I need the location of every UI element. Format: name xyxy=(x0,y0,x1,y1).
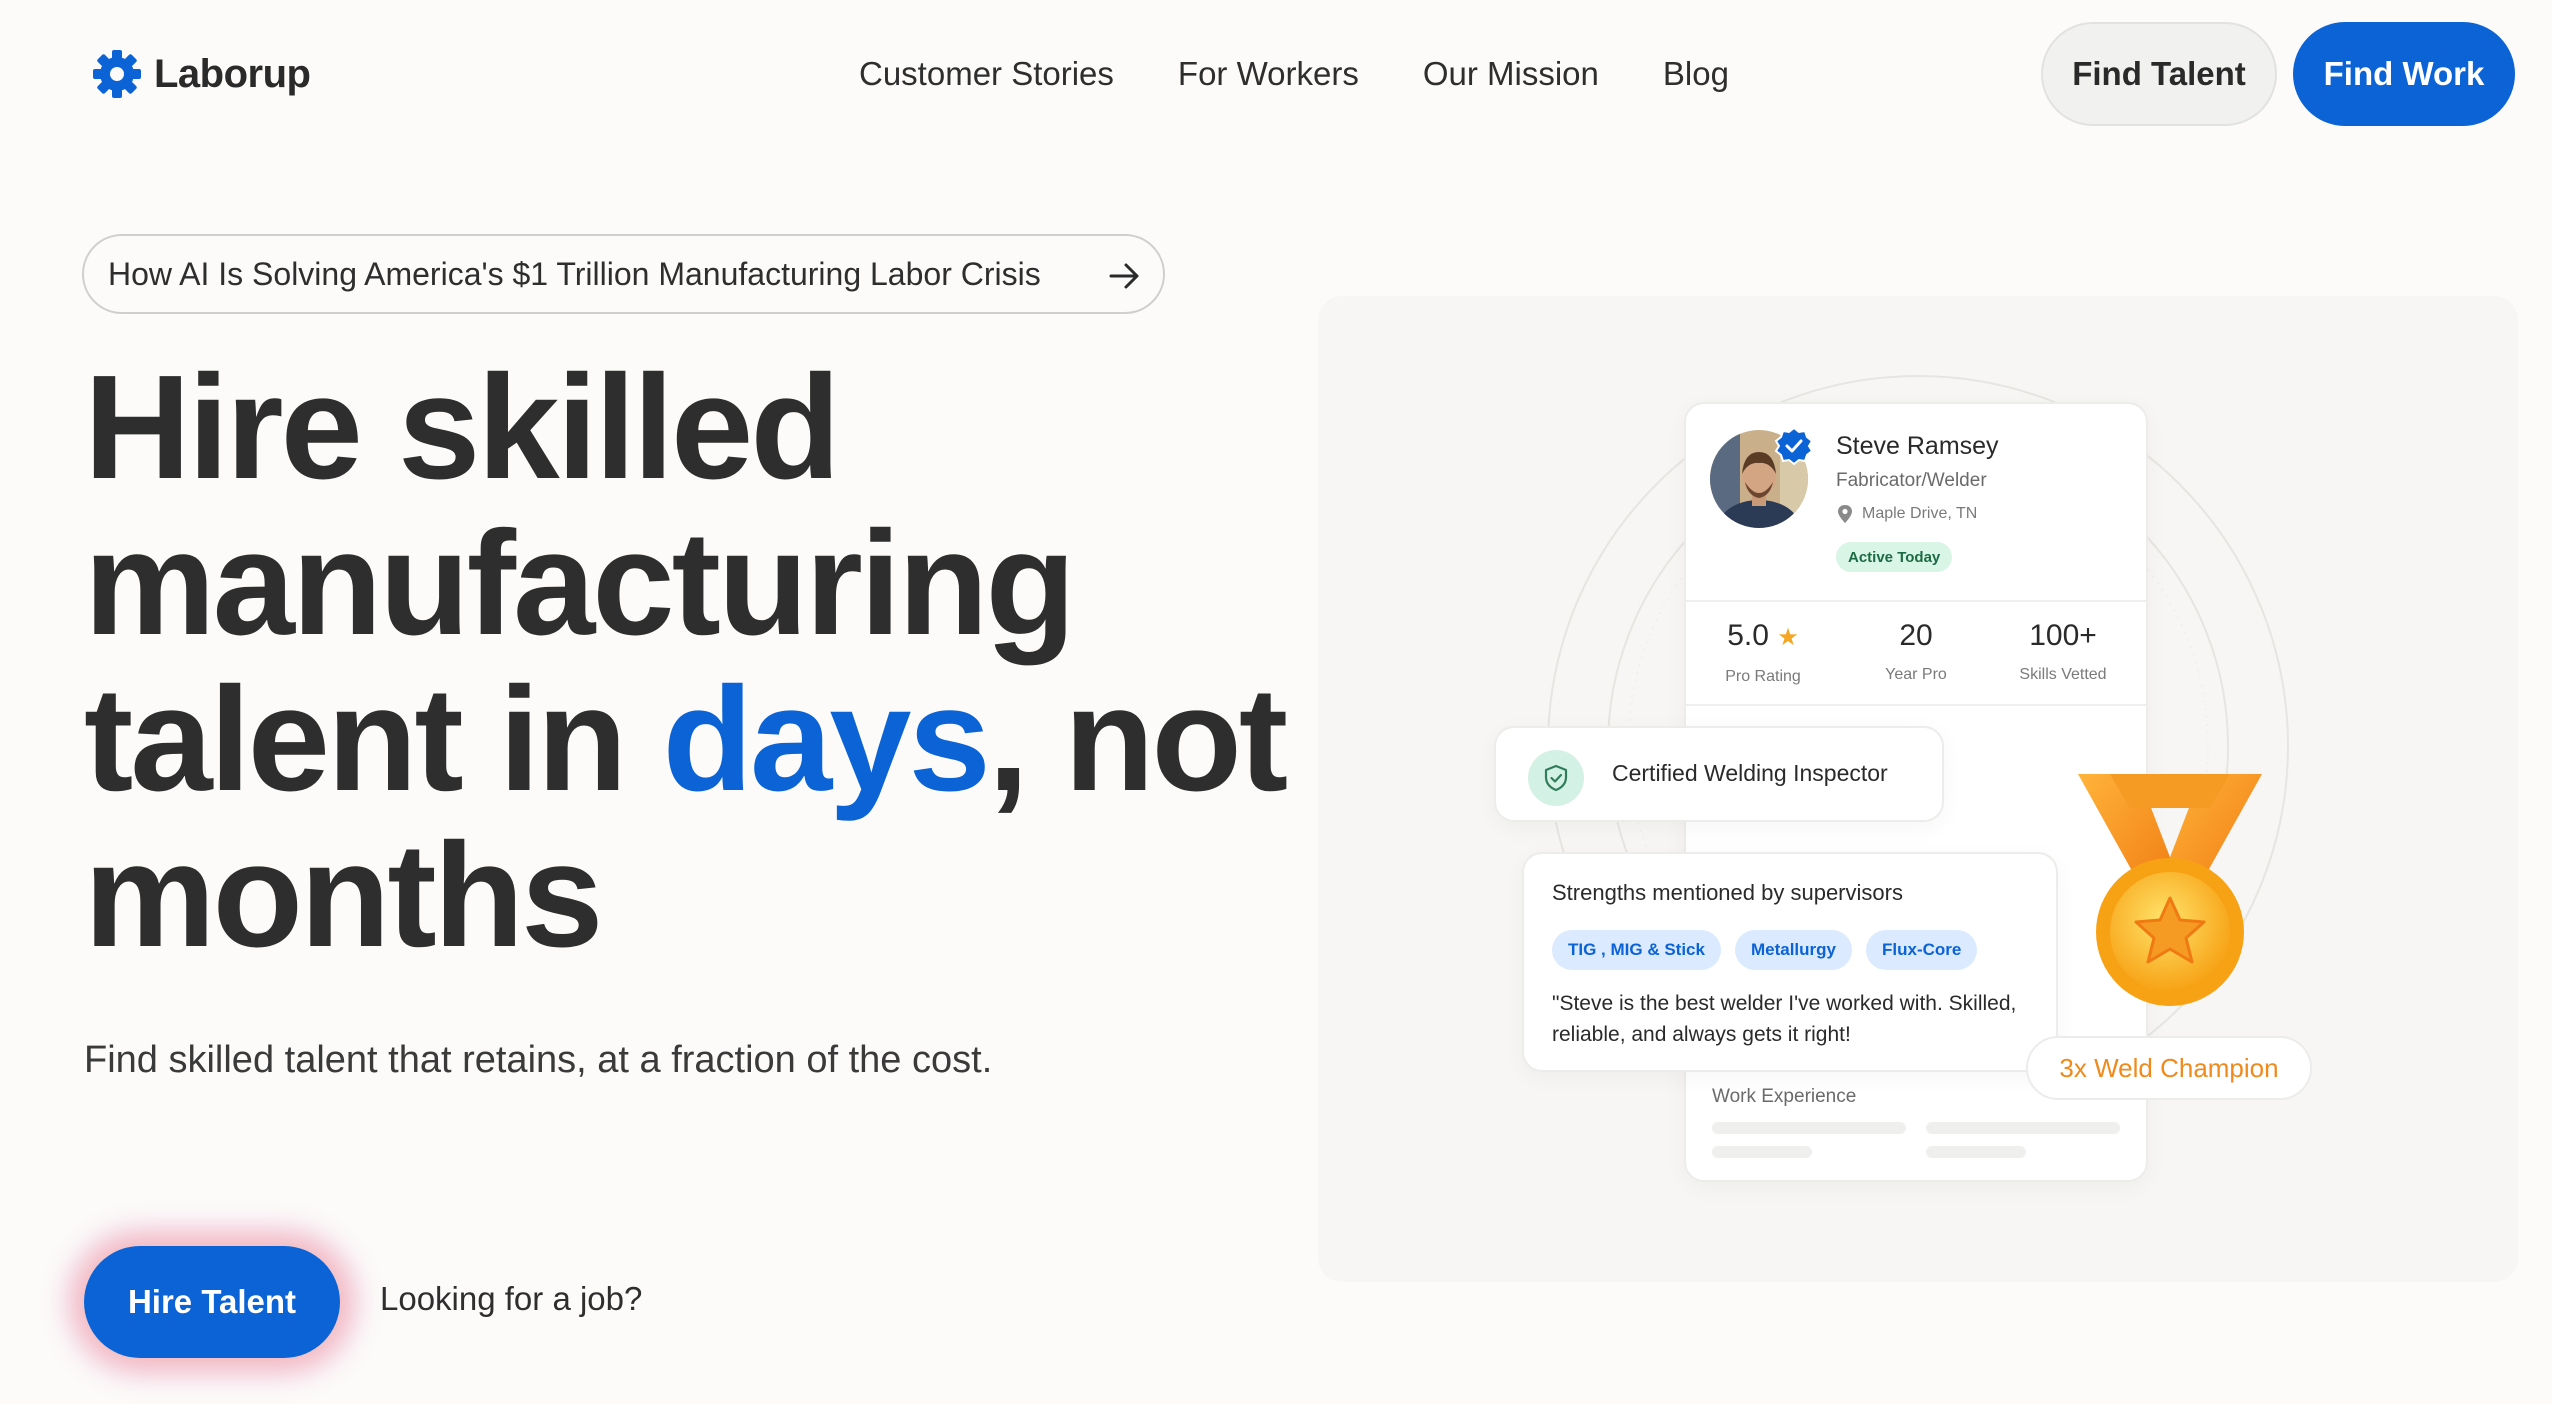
headline-line-2: manufacturing xyxy=(84,501,1076,666)
nav-link-blog[interactable]: Blog xyxy=(1663,50,1729,98)
gear-logo-icon xyxy=(93,50,141,98)
stat-skills-value: 100+ xyxy=(2029,619,2097,652)
profile-name: Steve Ramsey xyxy=(1836,432,1999,460)
skill-chips: TIG , MIG & Stick Metallurgy Flux-Core xyxy=(1552,930,1991,970)
strengths-title: Strengths mentioned by supervisors xyxy=(1552,880,1903,905)
stat-years: 20 Year Pro xyxy=(1841,614,1991,684)
stat-rating: 5.0 ★ Pro Rating xyxy=(1688,614,1838,686)
skeleton-line xyxy=(1926,1122,2120,1134)
supervisor-quote: "Steve is the best welder I've worked wi… xyxy=(1552,992,2017,1046)
profile-role: Fabricator/Welder xyxy=(1836,470,1987,491)
headline-line-3b: , not xyxy=(987,657,1288,822)
stat-rating-value: 5.0 ★ xyxy=(1727,619,1799,652)
headline-line-1: Hire skilled xyxy=(84,345,841,510)
headline-line-4: months xyxy=(84,813,603,978)
profile-location-text: Maple Drive, TN xyxy=(1862,505,1978,522)
verified-check-icon xyxy=(1774,426,1814,466)
star-icon: ★ xyxy=(1777,624,1799,651)
work-experience-title: Work Experience xyxy=(1712,1086,1857,1107)
headline-accent: days xyxy=(662,657,990,822)
nav-link-our-mission[interactable]: Our Mission xyxy=(1423,50,1599,98)
skill-chip: Metallurgy xyxy=(1734,930,1852,970)
looking-for-job-link[interactable]: Looking for a job? xyxy=(380,1280,642,1318)
arrow-right-icon xyxy=(1109,263,1139,289)
headline-line-3a: talent in xyxy=(84,657,663,822)
find-talent-button[interactable]: Find Talent xyxy=(2041,22,2277,126)
hire-talent-button[interactable]: Hire Talent xyxy=(84,1246,340,1358)
cert-icon-badge xyxy=(1528,750,1584,806)
nav-link-for-workers[interactable]: For Workers xyxy=(1178,50,1359,98)
hero-subhead: Find skilled talent that retains, at a f… xyxy=(84,1039,993,1081)
champion-badge: 3x Weld Champion xyxy=(2026,1036,2312,1100)
skeleton-line xyxy=(1712,1146,1812,1158)
nav-link-customer-stories[interactable]: Customer Stories xyxy=(859,50,1114,98)
announcement-text: How AI Is Solving America's $1 Trillion … xyxy=(108,255,1041,292)
stat-rating-label: Pro Rating xyxy=(1725,668,1801,685)
profile-location: Maple Drive, TN xyxy=(1836,504,1977,524)
find-work-button[interactable]: Find Work xyxy=(2293,22,2515,126)
nav-links: Customer Stories For Workers Our Mission… xyxy=(859,50,1793,98)
divider xyxy=(1686,600,2146,602)
skill-chip: Flux-Core xyxy=(1866,930,1978,970)
medal-icon xyxy=(2078,774,2262,1006)
avatar xyxy=(1710,426,1814,528)
strengths-card: Strengths mentioned by supervisors TIG ,… xyxy=(1522,852,2058,1072)
status-badge: Active Today xyxy=(1836,542,1953,572)
top-nav: Laborup Customer Stories For Workers Our… xyxy=(0,0,2552,150)
logo[interactable]: Laborup xyxy=(90,46,311,102)
skeleton-line xyxy=(1926,1146,2026,1158)
certification-card: Certified Welding Inspector xyxy=(1494,726,1944,822)
skeleton-line xyxy=(1712,1122,1906,1134)
hero-headline: Hire skilled manufacturing talent in day… xyxy=(84,350,1324,974)
logo-text: Laborup xyxy=(154,51,311,96)
divider xyxy=(1686,704,2146,706)
stat-skills: 100+ Skills Vetted xyxy=(1988,614,2138,684)
stat-skills-label: Skills Vetted xyxy=(2019,666,2107,683)
stat-years-value: 20 xyxy=(1899,619,1933,652)
certification-text: Certified Welding Inspector xyxy=(1612,760,1888,786)
skill-chip: TIG , MIG & Stick xyxy=(1552,930,1721,970)
stat-years-label: Year Pro xyxy=(1885,666,1947,683)
shield-check-icon xyxy=(1544,764,1568,792)
location-pin-icon xyxy=(1838,505,1852,523)
announcement-pill[interactable]: How AI Is Solving America's $1 Trillion … xyxy=(82,234,1165,314)
